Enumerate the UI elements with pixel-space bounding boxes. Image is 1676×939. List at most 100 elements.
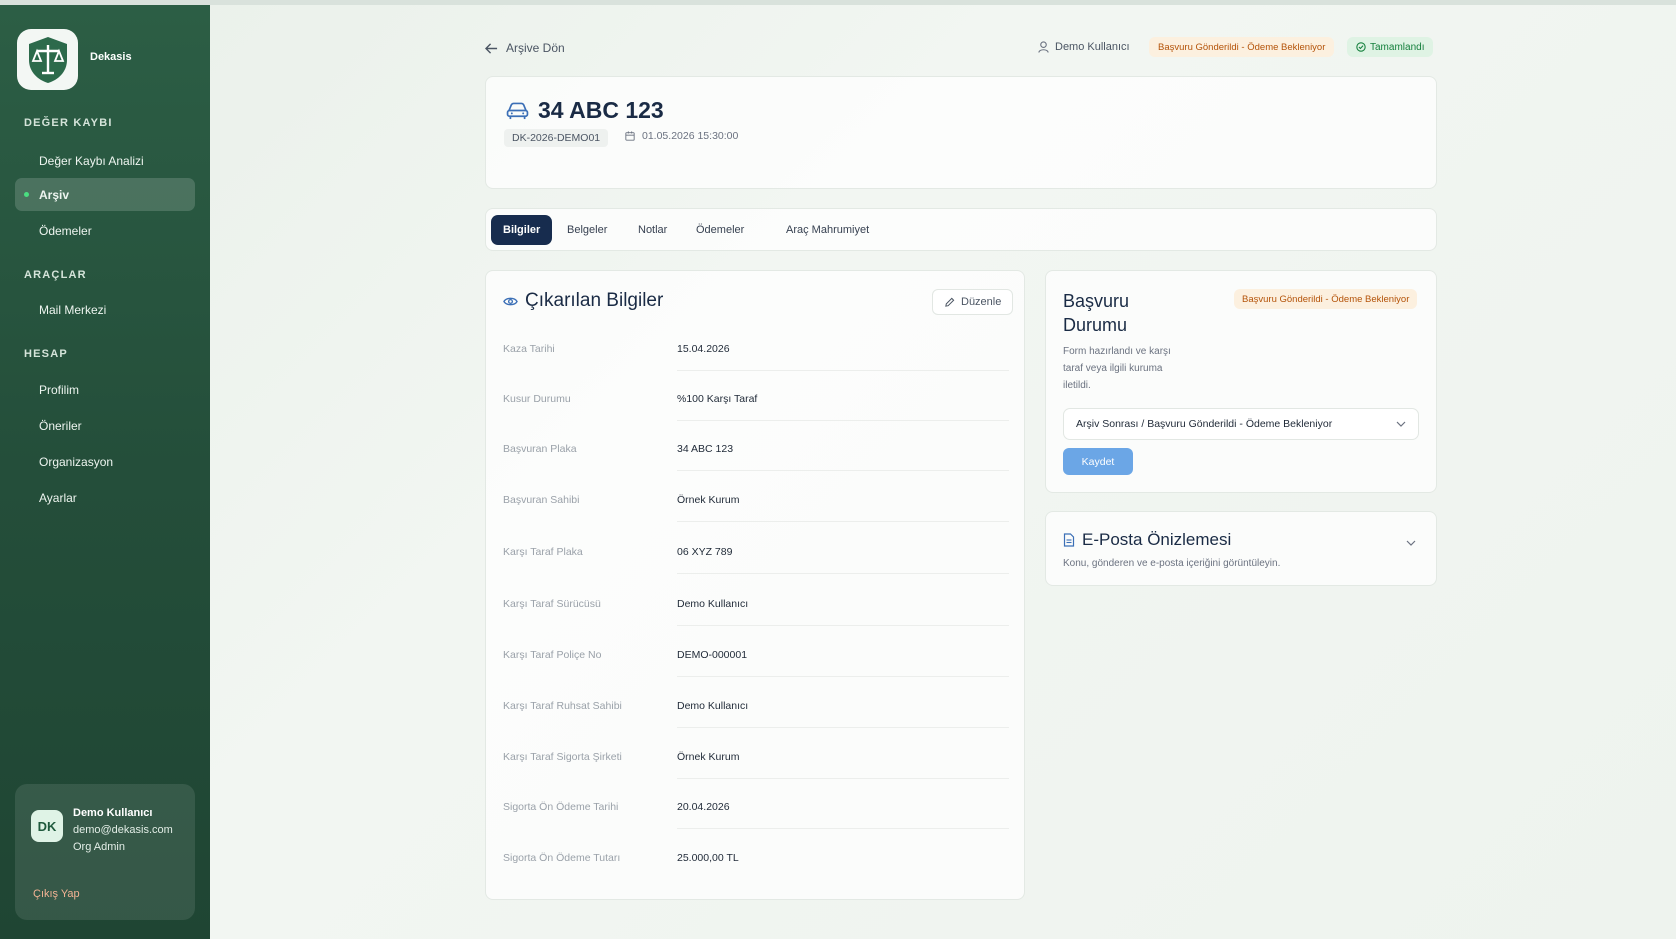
header-user-name: Demo Kullanıcı — [1055, 41, 1130, 53]
row-divider — [677, 625, 1009, 626]
info-label: Kaza Tarihi — [503, 343, 555, 355]
sidebar-item-mail-center[interactable]: Mail Merkezi — [15, 293, 195, 326]
info-row: Karşı Taraf Plaka 06 XYZ 789 — [486, 524, 1026, 574]
info-value: Demo Kullanıcı — [677, 700, 749, 712]
back-link-label: Arşive Dön — [506, 41, 565, 55]
chevron-down-icon — [1396, 421, 1406, 427]
info-label: Karşı Taraf Plaka — [503, 546, 583, 558]
sidebar-item-suggestions[interactable]: Öneriler — [15, 409, 195, 442]
pencil-icon — [945, 297, 955, 307]
info-value: 20.04.2026 — [677, 801, 730, 813]
info-value: 25.000,00 TL — [677, 852, 739, 864]
active-indicator — [24, 192, 29, 197]
car-icon — [506, 102, 529, 119]
row-divider — [677, 521, 1009, 522]
case-date: 01.05.2026 15:30:00 — [625, 130, 738, 142]
user-role: Org Admin — [73, 841, 125, 853]
user-email: demo@dekasis.com — [73, 824, 173, 836]
application-status-card: Başvuru Durumu Başvuru Gönderildi - Ödem… — [1045, 270, 1437, 493]
header-user: Demo Kullanıcı — [1038, 41, 1130, 53]
tab-payments[interactable]: Ödemeler — [684, 215, 756, 245]
user-name: Demo Kullanıcı — [73, 807, 153, 819]
edit-button[interactable]: Düzenle — [932, 289, 1014, 315]
case-code-badge: DK-2026-DEMO01 — [504, 129, 609, 147]
user-icon — [1038, 41, 1049, 53]
brand-name: Dekasis — [90, 51, 132, 63]
status-badge: Başvuru Gönderildi - Ödeme Bekleniyor — [1234, 289, 1418, 309]
info-value: 06 XYZ 789 — [677, 546, 733, 558]
completed-badge-label: Tamamlandı — [1370, 41, 1425, 53]
info-value: DEMO-000001 — [677, 649, 748, 661]
case-date-value: 01.05.2026 15:30:00 — [642, 130, 739, 142]
sidebar-item-profile[interactable]: Profilim — [15, 373, 195, 406]
sidebar-item-archive[interactable]: Arşiv — [15, 178, 195, 211]
info-row: Karşı Taraf Poliçe No DEMO-000001 — [486, 627, 1026, 677]
arrow-left-icon — [485, 42, 498, 54]
avatar: DK — [31, 810, 63, 842]
status-description: Form hazırlandı ve karşı taraf veya ilgi… — [1063, 346, 1171, 391]
status-badge: Başvuru Gönderildi - Ödeme Bekleniyor — [1149, 37, 1335, 57]
chevron-down-icon[interactable] — [1406, 540, 1416, 546]
tab-notes[interactable]: Notlar — [626, 215, 679, 245]
logout-button[interactable]: Çıkış Yap — [33, 888, 80, 900]
sidebar-item-settings[interactable]: Ayarlar — [15, 481, 195, 514]
info-row: Kaza Tarihi 15.04.2026 — [486, 321, 1026, 371]
info-value: 15.04.2026 — [677, 343, 730, 355]
info-row: Sigorta Ön Ödeme Tutarı 25.000,00 TL — [486, 830, 1026, 880]
sidebar-item-label: Arşiv — [39, 187, 70, 202]
info-row: Sigorta Ön Ödeme Tarihi 20.04.2026 — [486, 779, 1026, 829]
info-value: %100 Karşı Taraf — [677, 393, 758, 405]
info-row: Başvuran Plaka 34 ABC 123 — [486, 421, 1026, 471]
sidebar-item-payments[interactable]: Ödemeler — [15, 214, 195, 247]
info-label: Başvuran Plaka — [503, 443, 577, 455]
edit-button-label: Düzenle — [961, 296, 1002, 308]
info-label: Sigorta Ön Ödeme Tutarı — [503, 852, 621, 864]
tab-vehicle-deprivation[interactable]: Araç Mahrumiyet — [774, 215, 881, 245]
info-value: Örnek Kurum — [677, 494, 740, 506]
row-divider — [677, 470, 1009, 471]
info-row: Karşı Taraf Sigorta Şirketi Örnek Kurum — [486, 729, 1026, 779]
info-label: Başvuran Sahibi — [503, 494, 580, 506]
back-to-archive-link[interactable]: Arşive Dön — [485, 41, 565, 55]
completed-badge: Tamamlandı — [1347, 37, 1434, 57]
record-title: 34 ABC 123 — [506, 97, 664, 124]
info-label: Karşı Taraf Sürücüsü — [503, 598, 601, 610]
sidebar: Dekasis DEĞER KAYBI Değer Kaybı Analizi … — [0, 5, 210, 939]
info-label: Karşı Taraf Sigorta Şirketi — [503, 751, 622, 763]
status-card-title: Başvuru Durumu — [1063, 291, 1130, 335]
plate-number: 34 ABC 123 — [538, 97, 664, 123]
document-icon — [1063, 533, 1075, 547]
nav-section-tools: ARAÇLAR — [24, 269, 87, 281]
save-button[interactable]: Kaydet — [1063, 448, 1133, 475]
extracted-info-title: Çıkarılan Bilgiler — [503, 290, 663, 312]
info-row: Kusur Durumu %100 Karşı Taraf — [486, 371, 1026, 421]
row-divider — [677, 727, 1009, 728]
row-divider — [677, 828, 1009, 829]
user-card: DK Demo Kullanıcı demo@dekasis.com Org A… — [15, 784, 195, 920]
info-value: 34 ABC 123 — [677, 443, 734, 455]
tab-bar: Bilgiler Belgeler Notlar Ödemeler Araç M… — [485, 208, 1437, 251]
check-circle-icon — [1356, 42, 1366, 52]
email-preview-subtitle: Konu, gönderen ve e-posta içeriğini görü… — [1063, 558, 1281, 569]
nav-section-account: HESAP — [24, 348, 68, 360]
sidebar-item-analysis[interactable]: Değer Kaybı Analizi — [15, 144, 195, 177]
row-divider — [677, 676, 1009, 677]
email-preview-card[interactable]: E-Posta Önizlemesi Konu, gönderen ve e-p… — [1045, 511, 1437, 586]
tab-info[interactable]: Bilgiler — [491, 215, 553, 245]
window-top-border — [0, 0, 1676, 5]
info-row: Başvuran Sahibi Örnek Kurum — [486, 472, 1026, 522]
email-preview-title-text: E-Posta Önizlemesi — [1082, 530, 1232, 549]
section-title-text: Çıkarılan Bilgiler — [525, 290, 664, 311]
eye-icon — [503, 297, 518, 305]
tab-documents[interactable]: Belgeler — [555, 215, 619, 245]
info-row: Karşı Taraf Sürücüsü Demo Kullanıcı — [486, 576, 1026, 626]
status-select[interactable]: Arşiv Sonrası / Başvuru Gönderildi - Öde… — [1063, 408, 1419, 440]
status-select-value: Arşiv Sonrası / Başvuru Gönderildi - Öde… — [1076, 418, 1333, 430]
info-label: Kusur Durumu — [503, 393, 571, 405]
info-value: Demo Kullanıcı — [677, 598, 749, 610]
record-header-card: 34 ABC 123 DK-2026-DEMO01 01.05.2026 15:… — [485, 76, 1437, 189]
app-logo[interactable] — [17, 29, 78, 90]
scales-shield-icon — [28, 36, 67, 83]
sidebar-item-organization[interactable]: Organizasyon — [15, 445, 195, 478]
info-label: Karşı Taraf Poliçe No — [503, 649, 602, 661]
